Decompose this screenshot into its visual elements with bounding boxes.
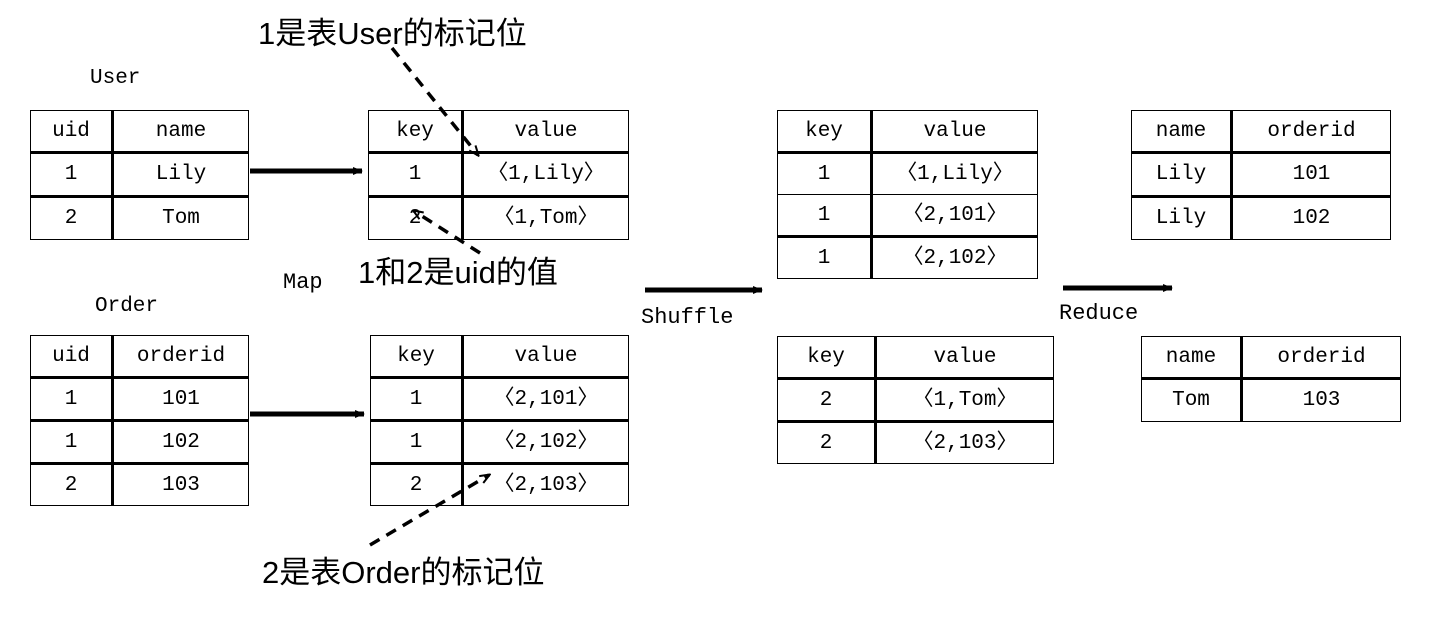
cell-header-name: name bbox=[1131, 110, 1233, 154]
cell-header-key: key bbox=[777, 336, 877, 380]
table-row: 1 102 bbox=[30, 420, 249, 465]
note-uid-values: 1和2是uid的值 bbox=[358, 255, 558, 290]
table-row: 1 101 bbox=[30, 377, 249, 422]
cell-header-value: value bbox=[875, 336, 1054, 380]
cell-name: Lily bbox=[112, 152, 249, 198]
cell-uid: 1 bbox=[30, 377, 114, 422]
cell-key: 1 bbox=[368, 152, 464, 198]
table-row: 1 〈2,102〉 bbox=[370, 420, 629, 465]
table-row: 1 Lily bbox=[30, 152, 249, 198]
table-row-header: key value bbox=[777, 110, 1038, 154]
table-row-header: uid name bbox=[30, 110, 249, 154]
table-row: 1 〈2,102〉 bbox=[777, 236, 1038, 279]
table-row-header: name orderid bbox=[1141, 336, 1401, 380]
cell-header-key: key bbox=[368, 110, 464, 154]
cell-name: Tom bbox=[1141, 378, 1243, 422]
cell-key: 1 bbox=[777, 236, 873, 279]
cell-header-orderid: orderid bbox=[1231, 110, 1391, 154]
cell-key: 2 bbox=[777, 421, 877, 464]
table-row: 1 〈1,Lily〉 bbox=[368, 152, 629, 198]
cell-key: 2 bbox=[777, 378, 877, 423]
cell-orderid: 102 bbox=[1231, 196, 1391, 240]
caption-order-table: Order bbox=[95, 295, 159, 318]
diagram-canvas: User Order Map Shuffle Reduce 1是表User的标记… bbox=[0, 0, 1433, 627]
cell-name: Lily bbox=[1131, 196, 1233, 240]
table-row: Tom 103 bbox=[1141, 378, 1401, 422]
cell-orderid: 103 bbox=[112, 463, 249, 506]
cell-key: 1 bbox=[777, 152, 873, 195]
table-reduce-output-1: name orderid Lily 101 Lily 102 bbox=[1131, 110, 1391, 240]
note-user-flag: 1是表User的标记位 bbox=[258, 16, 527, 51]
note-order-flag: 2是表Order的标记位 bbox=[262, 555, 545, 590]
cell-header-orderid: orderid bbox=[112, 335, 249, 379]
stage-label-shuffle: Shuffle bbox=[641, 305, 734, 330]
cell-header-orderid: orderid bbox=[1241, 336, 1401, 380]
cell-uid: 1 bbox=[30, 420, 114, 465]
table-user-input: uid name 1 Lily 2 Tom bbox=[30, 110, 249, 240]
table-row: 2 〈2,103〉 bbox=[777, 421, 1054, 464]
cell-value: 〈2,103〉 bbox=[462, 463, 629, 506]
stage-label-reduce: Reduce bbox=[1059, 301, 1139, 326]
cell-name: Tom bbox=[112, 196, 249, 240]
table-row: 2 Tom bbox=[30, 196, 249, 240]
cell-value: 〈1,Lily〉 bbox=[462, 152, 629, 198]
cell-header-name: name bbox=[1141, 336, 1243, 380]
cell-value: 〈1,Tom〉 bbox=[462, 196, 629, 240]
cell-header-key: key bbox=[777, 110, 873, 154]
cell-key: 2 bbox=[370, 463, 464, 506]
table-row: 2 103 bbox=[30, 463, 249, 506]
table-row: 1 〈2,101〉 bbox=[370, 377, 629, 422]
table-row-header: uid orderid bbox=[30, 335, 249, 379]
table-row-header: name orderid bbox=[1131, 110, 1391, 154]
cell-value: 〈2,102〉 bbox=[871, 236, 1038, 279]
cell-header-uid: uid bbox=[30, 335, 114, 379]
table-row: 1 〈1,Lily〉 bbox=[777, 152, 1038, 195]
table-row: 2 〈1,Tom〉 bbox=[777, 378, 1054, 423]
cell-key: 1 bbox=[777, 194, 873, 238]
cell-value: 〈1,Tom〉 bbox=[875, 378, 1054, 423]
cell-orderid: 101 bbox=[1231, 152, 1391, 198]
table-row: Lily 101 bbox=[1131, 152, 1391, 198]
cell-header-key: key bbox=[370, 335, 464, 379]
cell-value: 〈2,102〉 bbox=[462, 420, 629, 465]
table-row: 1 〈2,101〉 bbox=[777, 194, 1038, 238]
cell-value: 〈1,Lily〉 bbox=[871, 152, 1038, 195]
cell-uid: 1 bbox=[30, 152, 114, 198]
table-row: 2 〈2,103〉 bbox=[370, 463, 629, 506]
table-order-input: uid orderid 1 101 1 102 2 103 bbox=[30, 335, 249, 506]
table-row-header: key value bbox=[777, 336, 1054, 380]
table-reduce-output-2: name orderid Tom 103 bbox=[1141, 336, 1401, 422]
table-map-order-output: key value 1 〈2,101〉 1 〈2,102〉 2 〈2,103〉 bbox=[370, 335, 629, 506]
table-row: Lily 102 bbox=[1131, 196, 1391, 240]
cell-key: 2 bbox=[368, 196, 464, 240]
table-row-header: key value bbox=[370, 335, 629, 379]
cell-value: 〈2,101〉 bbox=[871, 194, 1038, 238]
table-map-user-output: key value 1 〈1,Lily〉 2 〈1,Tom〉 bbox=[368, 110, 629, 240]
table-shuffle-key1: key value 1 〈1,Lily〉 1 〈2,101〉 1 〈2,102〉 bbox=[777, 110, 1038, 279]
table-shuffle-key2: key value 2 〈1,Tom〉 2 〈2,103〉 bbox=[777, 336, 1054, 464]
cell-header-value: value bbox=[462, 110, 629, 154]
cell-value: 〈2,101〉 bbox=[462, 377, 629, 422]
cell-header-uid: uid bbox=[30, 110, 114, 154]
table-row-header: key value bbox=[368, 110, 629, 154]
caption-user-table: User bbox=[90, 67, 141, 90]
cell-uid: 2 bbox=[30, 196, 114, 240]
cell-header-name: name bbox=[112, 110, 249, 154]
cell-uid: 2 bbox=[30, 463, 114, 506]
cell-key: 1 bbox=[370, 377, 464, 422]
cell-header-value: value bbox=[871, 110, 1038, 154]
cell-orderid: 101 bbox=[112, 377, 249, 422]
cell-orderid: 102 bbox=[112, 420, 249, 465]
cell-header-value: value bbox=[462, 335, 629, 379]
cell-key: 1 bbox=[370, 420, 464, 465]
cell-name: Lily bbox=[1131, 152, 1233, 198]
cell-orderid: 103 bbox=[1241, 378, 1401, 422]
stage-label-map: Map bbox=[283, 270, 323, 295]
cell-value: 〈2,103〉 bbox=[875, 421, 1054, 464]
table-row: 2 〈1,Tom〉 bbox=[368, 196, 629, 240]
